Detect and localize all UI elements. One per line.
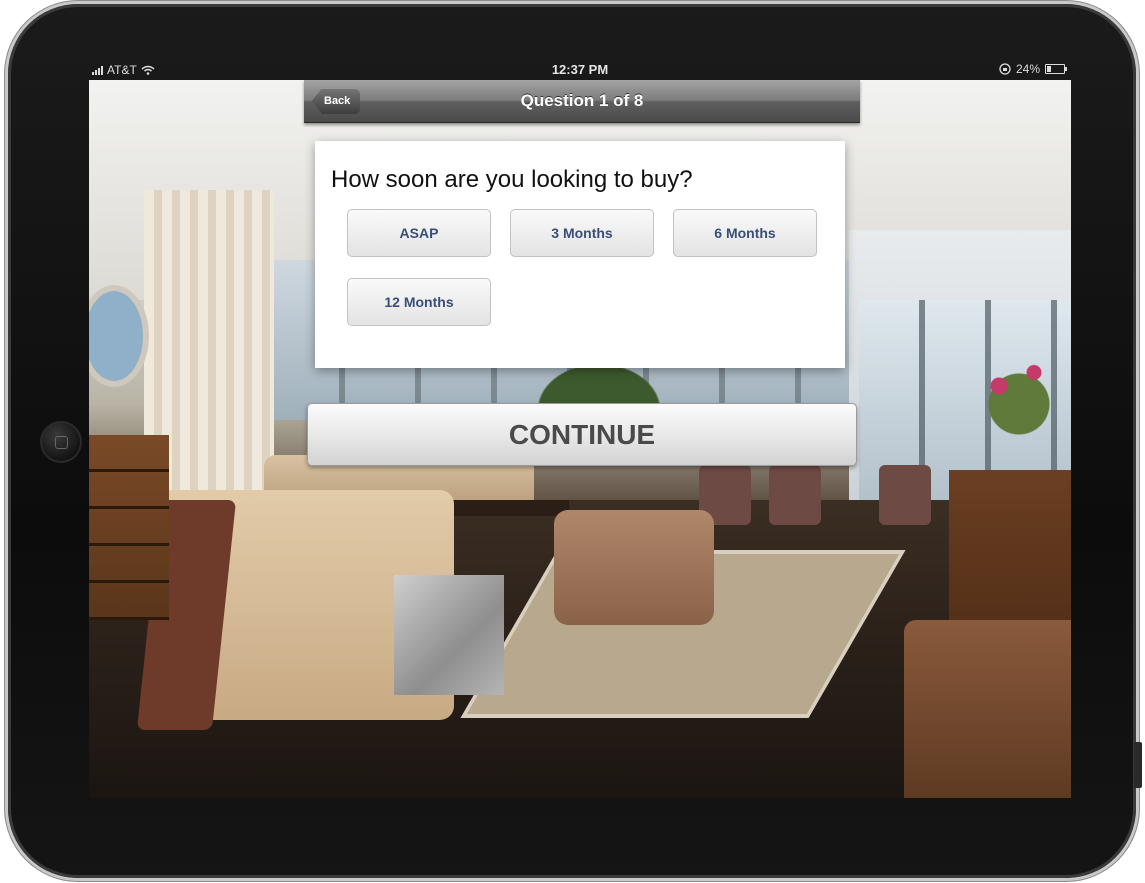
nav-title: Question 1 of 8 xyxy=(520,91,644,110)
dining-chairs xyxy=(699,465,959,535)
home-button[interactable] xyxy=(40,421,82,463)
status-bar: AT&T 12:37 PM 24% xyxy=(89,58,1071,80)
continue-button[interactable]: CONTINUE xyxy=(307,403,857,466)
side-button[interactable] xyxy=(1134,742,1142,788)
question-text: How soon are you looking to buy? xyxy=(331,166,693,193)
battery-icon xyxy=(1045,64,1067,74)
flowers xyxy=(969,350,1069,440)
navigation-bar: Back Question 1 of 8 xyxy=(304,80,860,123)
option-asap-button[interactable]: ASAP xyxy=(347,209,491,257)
question-card: How soon are you looking to buy? ASAP 3 … xyxy=(315,141,845,368)
option-12-months-button[interactable]: 12 Months xyxy=(347,278,491,326)
status-right: 24% xyxy=(999,62,1067,76)
ottoman xyxy=(554,510,714,625)
side-table xyxy=(394,575,504,695)
option-3-months-button[interactable]: 3 Months xyxy=(510,209,654,257)
armchair xyxy=(904,620,1071,798)
battery-percent: 24% xyxy=(1015,62,1040,76)
status-time: 12:37 PM xyxy=(551,62,609,77)
dresser xyxy=(89,435,169,620)
option-6-months-button[interactable]: 6 Months xyxy=(673,209,817,257)
coffee-table xyxy=(439,500,569,516)
orientation-lock-icon xyxy=(999,63,1011,75)
round-window xyxy=(89,285,149,387)
